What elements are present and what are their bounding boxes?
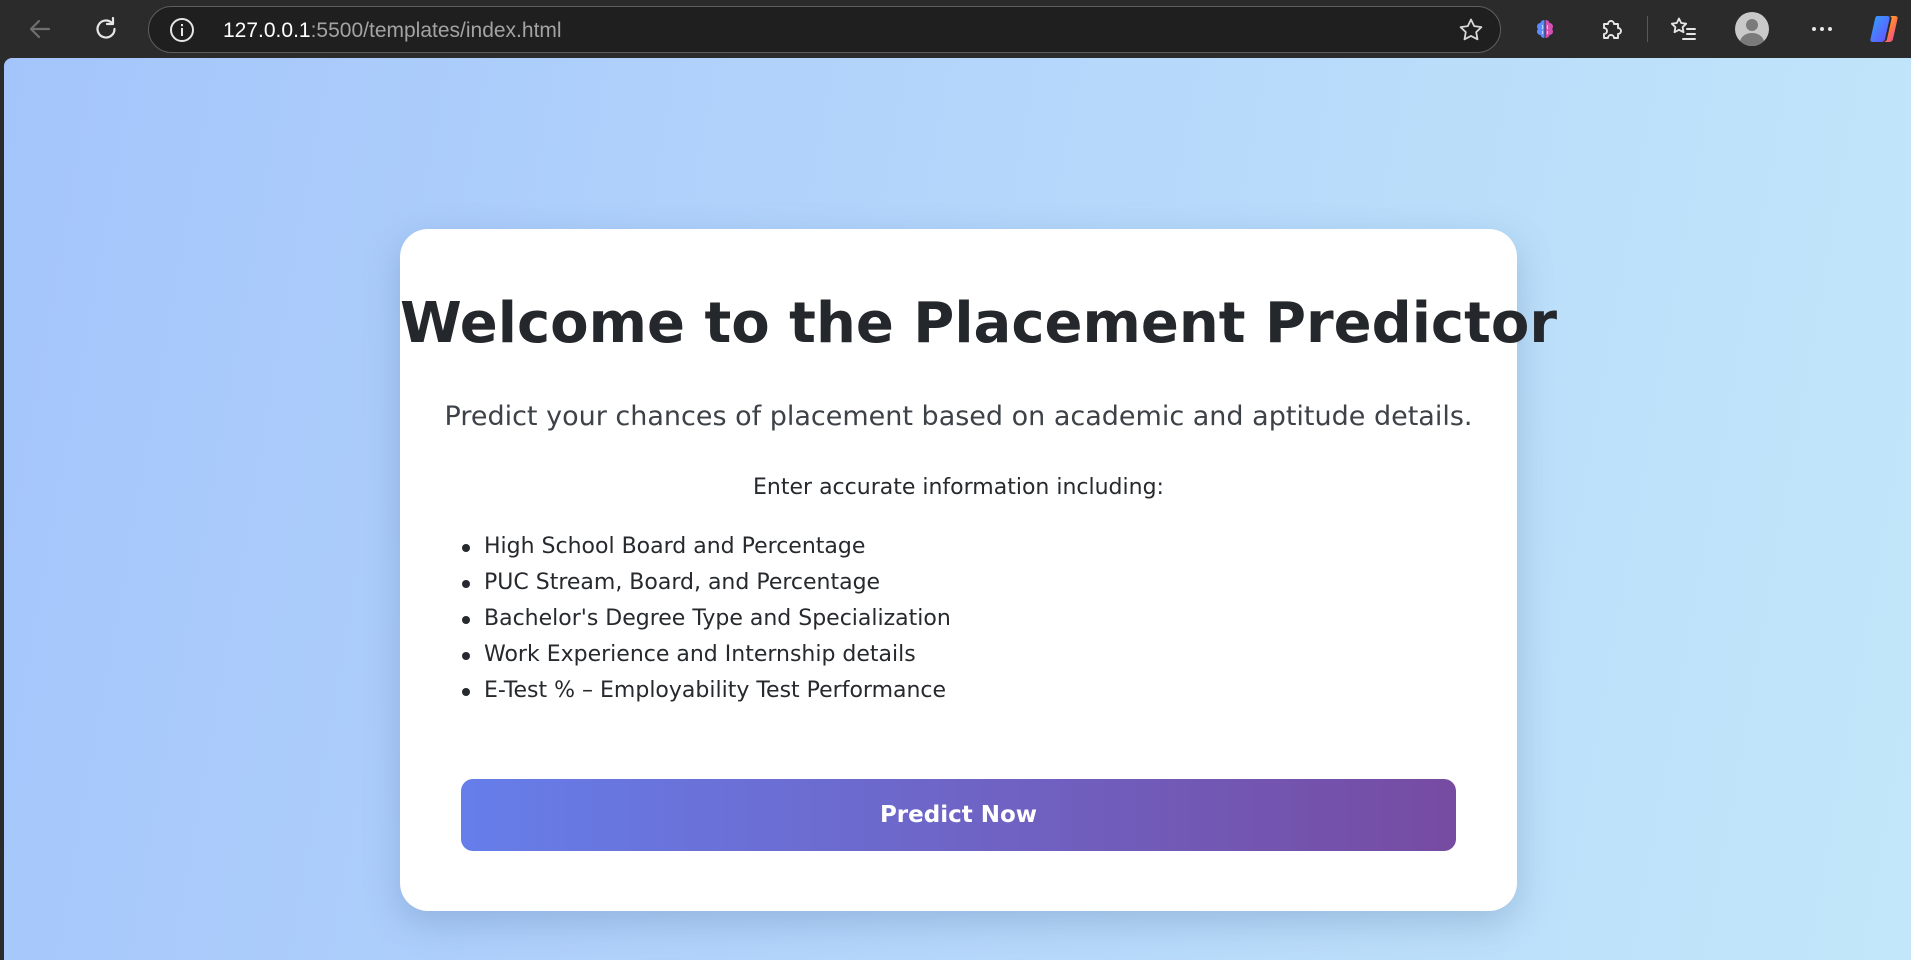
address-bar[interactable]: 127.0.0.1:5500/templates/index.html (148, 6, 1501, 53)
info-icon[interactable] (169, 17, 195, 43)
toolbar-separator (1647, 16, 1648, 42)
favorites-list-icon[interactable] (1665, 10, 1703, 48)
list-item: PUC Stream, Board, and Percentage (461, 565, 951, 601)
page-viewport: Welcome to the Placement Predictor Predi… (4, 58, 1911, 960)
star-icon[interactable] (1458, 17, 1484, 43)
list-item: Bachelor's Degree Type and Specializatio… (461, 601, 951, 637)
list-item: Work Experience and Internship details (461, 637, 951, 673)
brain-icon[interactable] (1526, 10, 1564, 48)
url-text[interactable]: 127.0.0.1:5500/templates/index.html (223, 19, 562, 43)
required-info-list: High School Board and Percentage PUC Str… (461, 529, 951, 709)
list-item: High School Board and Percentage (461, 529, 951, 565)
welcome-card: Welcome to the Placement Predictor Predi… (400, 229, 1557, 911)
more-dots-icon[interactable] (1803, 10, 1841, 48)
copilot-icon[interactable] (1866, 10, 1904, 48)
url-path: :5500/templates/index.html (310, 19, 562, 42)
page-subtitle: Predict your chances of placement based … (444, 401, 1473, 432)
list-item: E-Test % – Employability Test Performanc… (461, 673, 951, 709)
page-title: Welcome to the Placement Predictor (400, 291, 1557, 356)
info-intro: Enter accurate information including: (753, 475, 1164, 500)
profile-avatar-icon[interactable] (1733, 10, 1771, 48)
browser-toolbar: 127.0.0.1:5500/templates/index.html (0, 0, 1911, 58)
puzzle-icon[interactable] (1592, 10, 1630, 48)
url-host: 127.0.0.1 (223, 19, 311, 42)
reload-icon[interactable] (87, 10, 125, 48)
back-arrow-icon[interactable] (21, 10, 59, 48)
predict-now-button[interactable]: Predict Now (461, 779, 1456, 851)
